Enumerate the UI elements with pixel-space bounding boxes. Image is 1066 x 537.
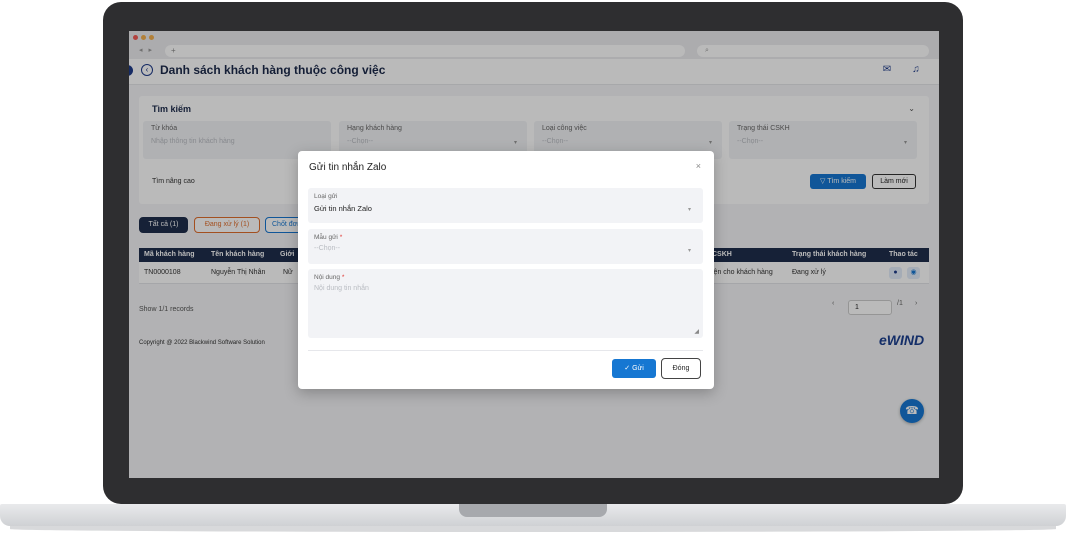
template-select[interactable]: Mẫu gửi * --Chọn-- ▾ (308, 229, 703, 264)
resize-handle-icon[interactable]: ◢ (694, 328, 699, 335)
template-label-text: Mẫu gửi (314, 234, 338, 241)
template-label: Mẫu gửi * (314, 234, 697, 241)
laptop-shadow (10, 526, 1056, 532)
content-label-text: Nội dung (314, 274, 341, 281)
caret-down-icon: ▾ (687, 207, 691, 213)
screen: ◂ ▸ + ⌕ ‹ Danh sách khách hàng thuộc côn… (129, 31, 939, 478)
send-type-label: Loại gửi (314, 193, 338, 200)
send-button-label: Gửi (632, 365, 644, 372)
content-placeholder: Nội dung tin nhắn (314, 285, 369, 292)
close-icon[interactable]: × (696, 161, 701, 171)
content-label: Nội dung * (314, 274, 697, 281)
send-button[interactable]: ✓ Gửi (612, 359, 656, 378)
content-textarea[interactable]: Nội dung * Nội dung tin nhắn ◢ (308, 269, 703, 338)
required-mark: * (339, 234, 343, 241)
template-value: --Chọn-- (314, 245, 341, 252)
zalo-message-modal: Gửi tin nhắn Zalo × Loại gửi Gửi tin nhắ… (298, 151, 714, 389)
caret-down-icon: ▾ (687, 248, 691, 254)
laptop-mockup: ◂ ▸ + ⌕ ‹ Danh sách khách hàng thuộc côn… (0, 0, 1066, 537)
send-type-select[interactable]: Loại gửi Gửi tin nhắn Zalo ▾ (308, 188, 703, 223)
required-mark: * (341, 274, 345, 281)
laptop-notch (459, 504, 607, 517)
check-icon: ✓ (624, 365, 633, 372)
modal-title: Gửi tin nhắn Zalo (309, 162, 387, 173)
send-type-value: Gửi tin nhắn Zalo (314, 204, 372, 213)
modal-divider (308, 350, 703, 351)
close-button[interactable]: Đóng (661, 358, 701, 379)
